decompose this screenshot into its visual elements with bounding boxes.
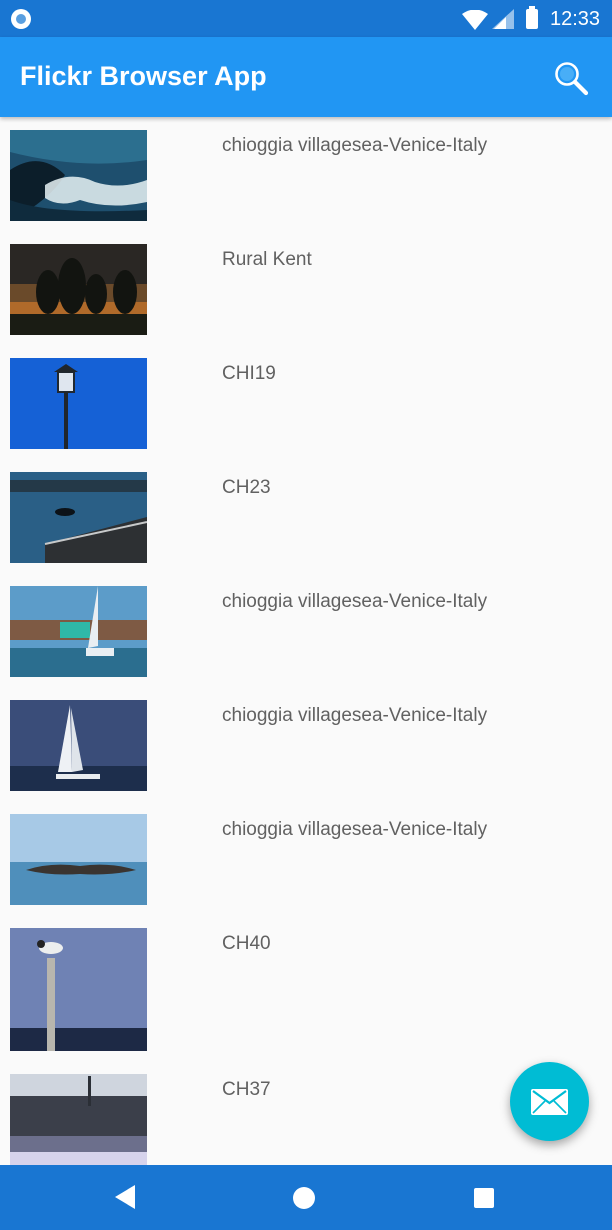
photo-thumbnail[interactable] xyxy=(10,928,147,1051)
back-icon[interactable] xyxy=(115,1185,137,1209)
notification-icon xyxy=(11,9,31,29)
photo-thumbnail[interactable] xyxy=(10,244,147,335)
photo-thumbnail[interactable] xyxy=(10,472,147,563)
status-bar: 12:33 xyxy=(0,0,612,37)
photo-thumbnail[interactable] xyxy=(10,1074,147,1165)
photo-title: CH40 xyxy=(222,933,271,954)
list-item[interactable]: chioggia villagesea-Venice-Italy xyxy=(0,117,612,231)
navigation-bar xyxy=(0,1165,612,1230)
photo-title: CH23 xyxy=(222,477,271,498)
search-icon xyxy=(555,62,589,96)
app-title: Flickr Browser App xyxy=(20,61,267,91)
list-item[interactable]: chioggia villagesea-Venice-Italy xyxy=(0,687,612,801)
mail-fab-button[interactable] xyxy=(510,1062,589,1141)
photo-title: chioggia villagesea-Venice-Italy xyxy=(222,819,488,840)
list-item[interactable]: CH23 xyxy=(0,459,612,573)
wifi-icon xyxy=(462,10,488,30)
list-item[interactable]: Rural Kent xyxy=(0,231,612,345)
list-item[interactable]: CH40 xyxy=(0,915,612,1061)
photo-title: CHI19 xyxy=(222,363,276,384)
photo-title: chioggia villagesea-Venice-Italy xyxy=(222,705,488,726)
recents-icon[interactable] xyxy=(474,1188,494,1208)
home-icon[interactable] xyxy=(293,1187,315,1209)
list-item[interactable]: CHI19 xyxy=(0,345,612,459)
mail-icon xyxy=(531,1089,568,1115)
photo-thumbnail[interactable] xyxy=(10,130,147,221)
photo-title: chioggia villagesea-Venice-Italy xyxy=(222,591,488,612)
photo-title: Rural Kent xyxy=(222,249,312,270)
photo-thumbnail[interactable] xyxy=(10,700,147,791)
photo-thumbnail[interactable] xyxy=(10,586,147,677)
app-bar: Flickr Browser App xyxy=(0,37,612,117)
status-time: 12:33 xyxy=(550,8,601,30)
photo-thumbnail[interactable] xyxy=(10,814,147,905)
photo-thumbnail[interactable] xyxy=(10,358,147,449)
photo-title: chioggia villagesea-Venice-Italy xyxy=(222,135,488,156)
search-button[interactable] xyxy=(552,59,592,99)
battery-icon xyxy=(526,6,538,29)
photo-title: CH37 xyxy=(222,1079,271,1100)
list-item[interactable]: chioggia villagesea-Venice-Italy xyxy=(0,801,612,915)
photo-list[interactable]: chioggia villagesea-Venice-Italy Rural K… xyxy=(0,117,612,1165)
list-item[interactable]: chioggia villagesea-Venice-Italy xyxy=(0,573,612,687)
signal-icon xyxy=(492,9,514,29)
